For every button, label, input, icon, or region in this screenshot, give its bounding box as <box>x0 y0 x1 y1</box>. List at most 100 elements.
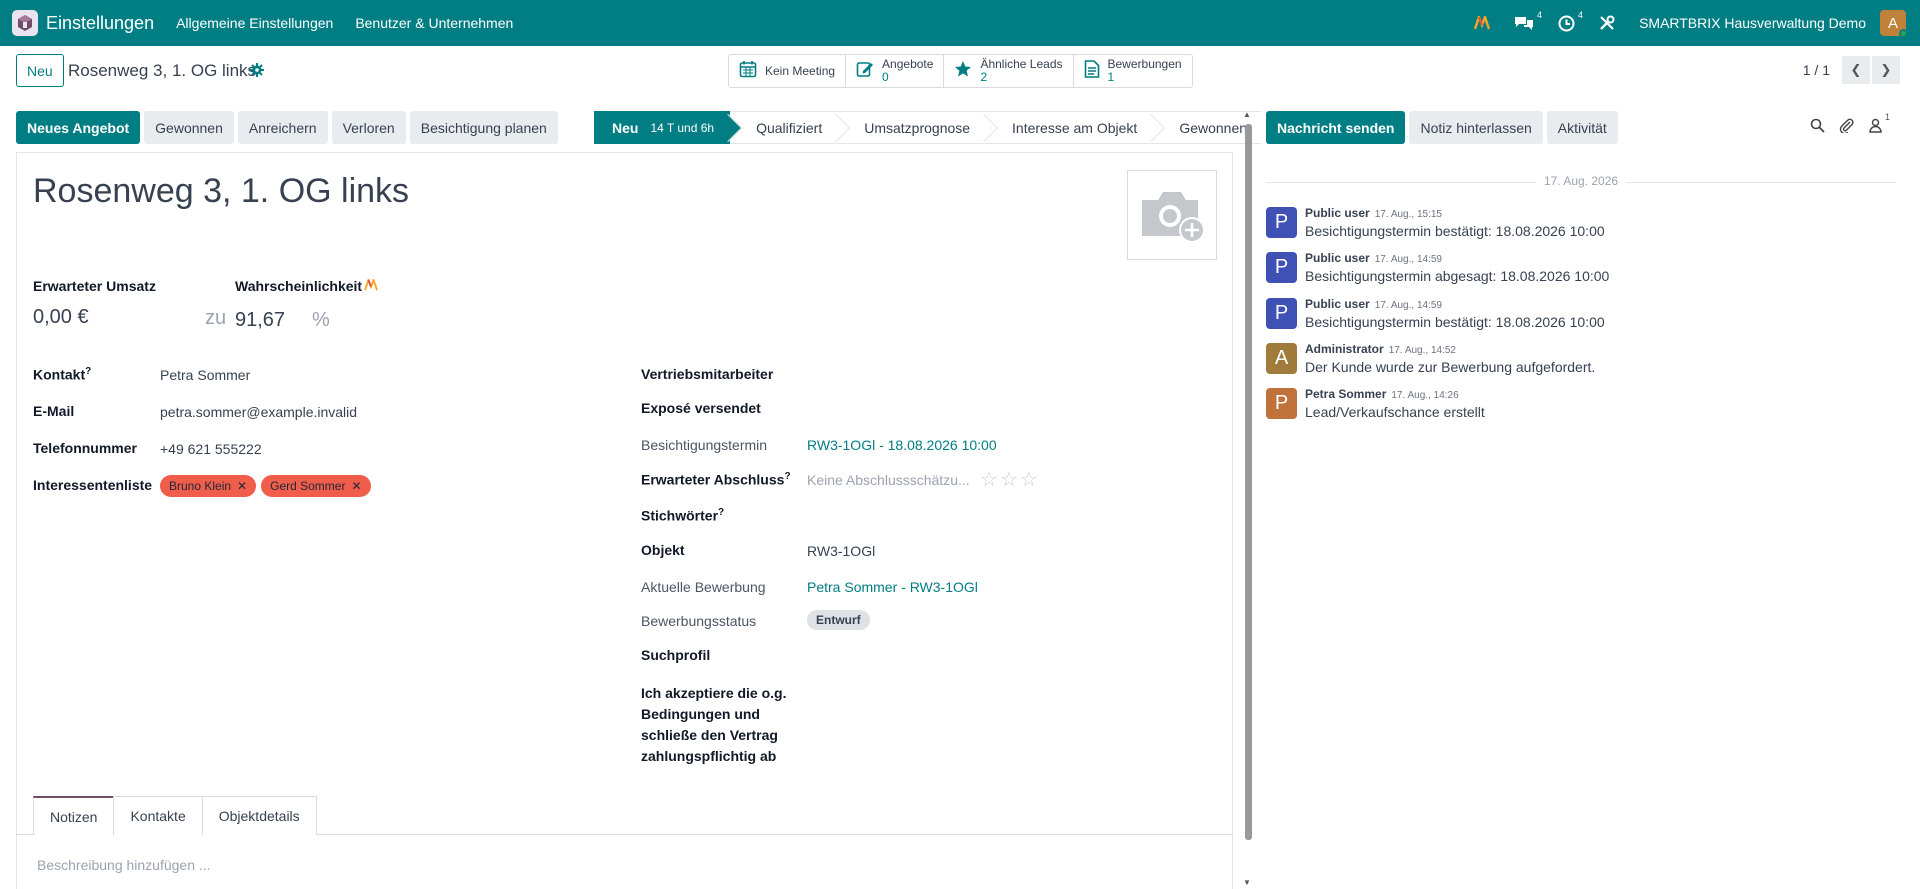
scrollbar-thumb[interactable] <box>1245 124 1252 840</box>
current-application-field[interactable]: Petra Sommer - RW3-1OGl <box>807 579 978 595</box>
phone-field[interactable]: +49 621 555222 <box>160 441 262 457</box>
application-status-label: Bewerbungsstatus <box>641 613 757 629</box>
pager-next-button[interactable]: ❯ <box>1872 56 1900 84</box>
stage-proposition[interactable]: Umsatzprognose <box>838 111 999 144</box>
keywords-label: Stichwörter? <box>641 507 724 524</box>
contact-field[interactable]: Petra Sommer <box>160 367 250 383</box>
notebook-tabs: Notizen Kontakte Objektdetails <box>33 796 317 835</box>
help-tooltip-icon[interactable]: ? <box>718 507 724 518</box>
viewing-field[interactable]: RW3-1OGl - 18.08.2026 10:00 <box>807 437 997 453</box>
star-outline-icon[interactable]: ☆ <box>1020 467 1038 492</box>
expected-closing-label: Erwarteter Abschluss? <box>641 471 791 488</box>
menu-users-companies[interactable]: Benutzer & Unternehmen <box>355 15 513 31</box>
object-label: Objekt <box>641 542 685 558</box>
avatar[interactable]: P <box>1266 252 1297 283</box>
message-author[interactable]: Public user <box>1305 297 1370 311</box>
expected-closing-label-text: Erwarteter Abschluss <box>641 471 785 488</box>
log-note-button[interactable]: Notiz hinterlassen <box>1409 111 1543 144</box>
stage-qualified[interactable]: Qualifiziert <box>730 111 851 144</box>
chat-icon[interactable]: 4 <box>1514 10 1542 31</box>
priority-stars[interactable]: ☆ ☆ ☆ <box>980 467 1040 492</box>
stage-new[interactable]: Neu 14 T und 6h <box>594 111 743 144</box>
help-tooltip-icon[interactable]: ? <box>85 366 91 377</box>
help-tooltip-icon[interactable]: ? <box>784 471 790 482</box>
followers-icon[interactable]: 1 <box>1868 112 1890 137</box>
company-switcher[interactable]: SMARTBRIX Hausverwaltung Demo <box>1639 15 1866 31</box>
meeting-smart-button[interactable]: Kein Meeting <box>729 55 847 87</box>
user-avatar[interactable]: A <box>1880 10 1908 38</box>
similar-leads-smart-button[interactable]: Ähnliche Leads 2 <box>944 55 1074 87</box>
percent-sign: % <box>312 309 330 331</box>
description-field[interactable]: Beschreibung hinzufügen ... <box>37 857 211 873</box>
message-header: Public user 17. Aug., 14:59 <box>1305 251 1442 265</box>
app-name[interactable]: Einstellungen <box>46 13 154 34</box>
scroll-down-icon[interactable]: ▼ <box>1243 878 1251 887</box>
activity-clock-icon[interactable]: 4 <box>1558 10 1583 32</box>
mark-lost-button[interactable]: Verloren <box>331 111 406 144</box>
message-body: Der Kunde wurde zur Bewerbung aufgeforde… <box>1305 359 1596 375</box>
document-icon <box>1084 59 1100 83</box>
calendar-icon <box>739 60 757 83</box>
pager-value[interactable]: 1 / 1 <box>1803 62 1830 78</box>
ai-probability-icon[interactable] <box>364 277 378 294</box>
avatar[interactable]: P <box>1266 388 1297 419</box>
tab-object-details[interactable]: Objektdetails <box>201 796 317 835</box>
terms-line: schließe den Vertrag <box>641 727 778 743</box>
mark-won-button[interactable]: Gewonnen <box>144 111 234 144</box>
applications-smart-button[interactable]: Bewerbungen 1 <box>1074 55 1192 87</box>
odoo-logo-icon[interactable] <box>1474 16 1491 30</box>
chatter-buttons: Nachricht senden Notiz hinterlassen Akti… <box>1266 111 1622 144</box>
scroll-up-icon[interactable]: ▲ <box>1243 110 1251 119</box>
stage-qualified-label: Qualifiziert <box>756 119 823 136</box>
star-outline-icon[interactable]: ☆ <box>1000 467 1018 492</box>
form-scrollbar[interactable]: ▲ ▼ <box>1243 110 1253 889</box>
star-outline-icon[interactable]: ☆ <box>980 467 998 492</box>
gear-icon[interactable] <box>250 63 264 80</box>
object-field[interactable]: RW3-1OGl <box>807 543 875 559</box>
offers-label: Angebote <box>882 57 934 71</box>
menu-general-settings[interactable]: Allgemeine Einstellungen <box>176 15 333 31</box>
stage-duration: 14 T und 6h <box>650 120 715 135</box>
terms-line: Ich akzeptiere die o.g. <box>641 685 787 701</box>
message-author[interactable]: Administrator <box>1305 342 1384 356</box>
message-author[interactable]: Petra Sommer <box>1305 387 1386 401</box>
meeting-label: Kein Meeting <box>765 64 836 78</box>
search-icon[interactable] <box>1810 118 1825 137</box>
new-record-button[interactable]: Neu <box>16 54 64 87</box>
pager-previous-button[interactable]: ❮ <box>1842 56 1870 84</box>
send-message-button[interactable]: Nachricht senden <box>1266 111 1406 144</box>
activity-button[interactable]: Aktivität <box>1546 111 1618 144</box>
new-quotation-button[interactable]: Neues Angebot <box>16 111 141 144</box>
tag-label: Bruno Klein <box>169 479 232 493</box>
stage-new-label: Neu <box>612 119 639 136</box>
image-upload[interactable] <box>1127 170 1217 260</box>
remove-tag-icon[interactable]: ✕ <box>351 479 361 493</box>
enrich-button[interactable]: Anreichern <box>237 111 328 144</box>
date-separator: 17. Aug. 2026 <box>1266 174 1896 188</box>
attachment-icon[interactable] <box>1839 118 1854 137</box>
message-author[interactable]: Public user <box>1305 206 1370 220</box>
offers-smart-button[interactable]: Angebote 0 <box>846 55 945 87</box>
remove-tag-icon[interactable]: ✕ <box>237 479 247 493</box>
avatar[interactable]: P <box>1266 298 1297 329</box>
interest-tags-field[interactable]: Bruno Klein ✕ Gerd Sommer ✕ <box>160 475 376 497</box>
record-title-field[interactable]: Rosenweg 3, 1. OG links <box>33 172 409 211</box>
app-menu-icon[interactable] <box>12 10 38 36</box>
email-field[interactable]: petra.sommer@example.invalid <box>160 404 357 420</box>
applications-count: 1 <box>1107 70 1115 84</box>
message-author[interactable]: Public user <box>1305 251 1370 265</box>
tab-contacts[interactable]: Kontakte <box>113 796 203 835</box>
email-label: E-Mail <box>33 403 75 419</box>
schedule-viewing-button[interactable]: Besichtigung planen <box>409 111 558 144</box>
expected-revenue-field[interactable]: 0,00 € <box>33 306 89 329</box>
chatter-message: P Petra Sommer 17. Aug., 14:26 Lead/Verka… <box>1266 386 1906 430</box>
debug-tools-icon[interactable] <box>1599 15 1615 31</box>
avatar[interactable]: P <box>1266 207 1297 238</box>
terms-accept-label: Ich akzeptiere die o.g. Bedingungen und … <box>641 683 787 767</box>
avatar[interactable]: A <box>1266 343 1297 374</box>
tab-notes[interactable]: Notizen <box>33 796 115 835</box>
expected-closing-field[interactable]: Keine Abschlussschätzu... <box>807 472 970 488</box>
probability-field[interactable]: 91,67 <box>235 309 285 332</box>
stage-interest-label: Interesse am Objekt <box>1012 119 1138 136</box>
stage-interest[interactable]: Interesse am Objekt <box>986 111 1166 144</box>
